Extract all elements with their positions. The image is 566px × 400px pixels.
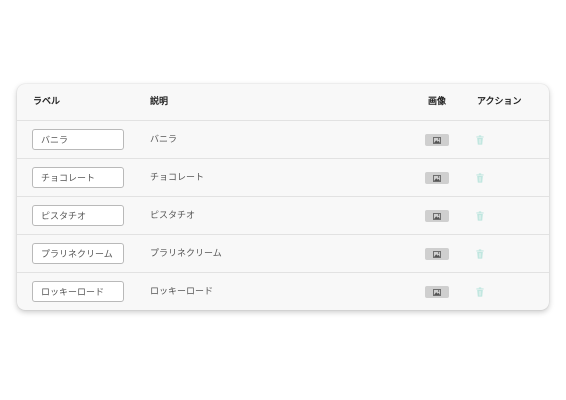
- trash-icon: [476, 210, 484, 221]
- delete-button[interactable]: [474, 171, 486, 184]
- trash-icon: [476, 248, 484, 259]
- image-icon: [433, 288, 441, 296]
- table-row: ピスタチオ: [17, 197, 549, 235]
- label-input[interactable]: [32, 281, 124, 302]
- label-input[interactable]: [32, 205, 124, 226]
- delete-button[interactable]: [474, 285, 486, 298]
- delete-button[interactable]: [474, 209, 486, 222]
- table-header: ラベル 説明 画像 アクション: [17, 84, 549, 121]
- column-header-description: 説明: [150, 97, 169, 107]
- trash-icon: [476, 286, 484, 297]
- description-text: プラリネクリーム: [150, 249, 222, 259]
- image-icon: [433, 174, 441, 182]
- image-icon: [433, 212, 441, 220]
- image-icon: [433, 136, 441, 144]
- label-input[interactable]: [32, 129, 124, 150]
- image-button[interactable]: [425, 286, 449, 298]
- table-row: プラリネクリーム: [17, 235, 549, 273]
- description-text: チョコレート: [150, 173, 205, 183]
- image-icon: [433, 250, 441, 258]
- description-text: ロッキーロード: [150, 287, 214, 297]
- label-input[interactable]: [32, 243, 124, 264]
- flavor-table: ラベル 説明 画像 アクション バニラ チョコレート: [17, 84, 549, 310]
- table-row: バニラ: [17, 121, 549, 159]
- label-input[interactable]: [32, 167, 124, 188]
- image-button[interactable]: [425, 248, 449, 260]
- column-header-label: ラベル: [33, 97, 61, 107]
- delete-button[interactable]: [474, 133, 486, 146]
- description-text: ピスタチオ: [150, 211, 196, 221]
- table-row: チョコレート: [17, 159, 549, 197]
- trash-icon: [476, 134, 484, 145]
- image-button[interactable]: [425, 172, 449, 184]
- column-header-image: 画像: [428, 97, 447, 107]
- delete-button[interactable]: [474, 247, 486, 260]
- description-text: バニラ: [150, 135, 178, 145]
- image-button[interactable]: [425, 134, 449, 146]
- table-row: ロッキーロード: [17, 273, 549, 310]
- image-button[interactable]: [425, 210, 449, 222]
- column-header-action: アクション: [477, 97, 522, 107]
- trash-icon: [476, 172, 484, 183]
